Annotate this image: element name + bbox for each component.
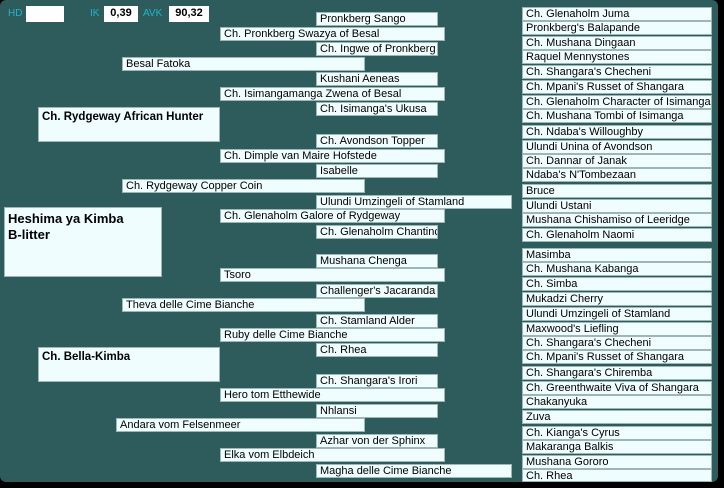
gen5-ancestor[interactable]: Ch. Shangara's Checheni xyxy=(522,336,712,350)
avk-label: AVK xyxy=(143,8,163,19)
gen4-ancestor[interactable]: Ch. Glenaholm Chantinclear xyxy=(316,225,438,239)
gen4-ancestor[interactable]: Ch. Shangara's Irori xyxy=(316,374,438,388)
gen5-ancestor[interactable]: Masimba xyxy=(522,248,712,262)
gen4-ancestor[interactable]: Ch. Isimanga's Ukusa xyxy=(316,102,438,116)
gen5-ancestor[interactable]: Ulundi Unina of Avondson xyxy=(522,140,712,154)
gen4-ancestor[interactable]: Challenger's Jacaranda xyxy=(316,284,438,298)
gen5-ancestor[interactable]: Mukadzi Cherry xyxy=(522,292,712,306)
gen2-ancestor[interactable]: Ch. Rydgeway Copper Coin xyxy=(122,179,365,193)
hd-value[interactable] xyxy=(26,6,64,22)
gen5-ancestor[interactable]: Ch. Rhea xyxy=(522,469,712,482)
gen5-ancestor[interactable]: Mushana Chishamiso of Leeridge xyxy=(522,213,712,227)
gen4-ancestor[interactable]: Nhlansi xyxy=(316,404,438,418)
gen5-ancestor[interactable]: Ndaba's N'Tombezaan xyxy=(522,168,712,182)
gen3-ancestor[interactable]: Ruby delle Cime Bianche xyxy=(220,328,445,342)
gen2-ancestor[interactable]: Theva delle Cime Bianche xyxy=(122,298,365,312)
gen5-ancestor[interactable]: Pronkberg's Balapande xyxy=(522,21,712,35)
gen5-ancestor[interactable]: Ch. Glenaholm Juma xyxy=(522,7,712,21)
gen3-ancestor[interactable]: Ch. Isimangamanga Zwena of Besal xyxy=(220,87,445,101)
gen5-ancestor[interactable]: Ch. Mushana Dingaan xyxy=(522,36,712,50)
gen4-ancestor[interactable]: Ch. Rhea xyxy=(316,343,438,357)
gen3-ancestor[interactable]: Ch. Dimple van Maire Hofstede xyxy=(220,149,445,163)
gen5-ancestor[interactable]: Ch. Mpani's Russet of Shangara xyxy=(522,350,712,364)
gen5-ancestor[interactable]: Ch. Mpani's Russet of Shangara xyxy=(522,80,712,94)
gen5-ancestor[interactable]: Mushana Gororo xyxy=(522,455,712,469)
gen5-ancestor[interactable]: Ch. Shangara's Chiremba xyxy=(522,366,712,380)
gen4-ancestor[interactable]: Azhar von der Sphinx xyxy=(316,434,438,448)
gen3-ancestor[interactable]: Elka vom Elbdeich xyxy=(220,448,445,462)
gen5-ancestor[interactable]: Raquel Mennystones xyxy=(522,50,712,64)
gen4-ancestor[interactable]: Ulundi Umzingeli of Stamland xyxy=(316,195,512,209)
gen5-ancestor[interactable]: Ch. Mushana Kabanga xyxy=(522,262,712,276)
gen4-ancestor[interactable]: Ch. Avondson Topper xyxy=(316,134,438,148)
gen5-ancestor[interactable]: Ulundi Umzingeli of Stamland xyxy=(522,307,712,321)
gen2-ancestor[interactable]: Besal Fatoka xyxy=(122,57,365,71)
dam-box[interactable]: Ch. Bella-Kimba xyxy=(38,347,220,382)
gen5-ancestor[interactable]: Ch. Dannar of Janak xyxy=(522,154,712,168)
subject-name: Heshima ya Kimba xyxy=(8,211,124,226)
gen5-ancestor[interactable]: Zuva xyxy=(522,410,712,424)
avk-value: 90,32 xyxy=(169,6,209,22)
gen5-ancestor[interactable]: Maxwood's Liefling xyxy=(522,322,712,336)
gen5-ancestor[interactable]: Ch. Simba xyxy=(522,277,712,291)
gen5-ancestor[interactable]: Chakanyuka xyxy=(522,395,712,409)
ik-label: IK xyxy=(90,8,100,19)
gen4-ancestor[interactable]: Mushana Chenga xyxy=(316,254,438,268)
gen2-ancestor[interactable]: Andara vom Felsenmeer xyxy=(116,418,365,432)
gen4-ancestor[interactable]: Ch. Ingwe of Pronkberg xyxy=(316,42,438,56)
gen5-ancestor[interactable]: Ch. Shangara's Checheni xyxy=(522,65,712,79)
pedigree-window: HD IK 0,39 AVK 90,32 Heshima ya Kimba B-… xyxy=(0,0,718,482)
gen4-ancestor[interactable]: Pronkberg Sango xyxy=(316,12,438,26)
subject-box[interactable]: Heshima ya Kimba B-litter xyxy=(4,207,162,277)
sire-box[interactable]: Ch. Rydgeway African Hunter xyxy=(38,107,220,142)
gen3-ancestor[interactable]: Ch. Pronkberg Swazya of Besal xyxy=(220,27,445,41)
gen5-ancestor[interactable]: Ch. Glenaholm Naomi xyxy=(522,228,712,242)
gen5-ancestor[interactable]: Ch. Glenaholm Character of Isimanga xyxy=(522,95,712,109)
gen5-ancestor[interactable]: Ch. Ndaba's Willoughby xyxy=(522,125,712,139)
gen3-ancestor[interactable]: Ch. Glenaholm Galore of Rydgeway xyxy=(220,209,445,223)
gen5-ancestor[interactable]: Makaranga Balkis xyxy=(522,440,712,454)
gen5-ancestor[interactable]: Ch. Greenthwaite Viva of Shangara xyxy=(522,381,712,395)
gen4-ancestor[interactable]: Ch. Stamland Alder xyxy=(316,314,438,328)
hd-label: HD xyxy=(8,8,23,19)
gen4-ancestor[interactable]: Isabelle xyxy=(316,164,438,178)
ik-value: 0,39 xyxy=(104,6,138,22)
gen3-ancestor[interactable]: Tsoro xyxy=(220,268,445,282)
gen5-ancestor[interactable]: Ch. Mushana Tombi of Isimanga xyxy=(522,109,712,123)
gen3-ancestor[interactable]: Hero tom Etthewide xyxy=(220,388,445,402)
gen4-ancestor[interactable]: Kushani Aeneas xyxy=(316,72,438,86)
gen4-ancestor[interactable]: Magha delle Cime Bianche xyxy=(316,464,512,478)
gen5-ancestor[interactable]: Bruce xyxy=(522,184,712,198)
subject-litter: B-litter xyxy=(8,227,50,242)
gen5-ancestor[interactable]: Ch. Kianga's Cyrus xyxy=(522,426,712,440)
gen5-ancestor[interactable]: Ulundi Ustani xyxy=(522,199,712,213)
